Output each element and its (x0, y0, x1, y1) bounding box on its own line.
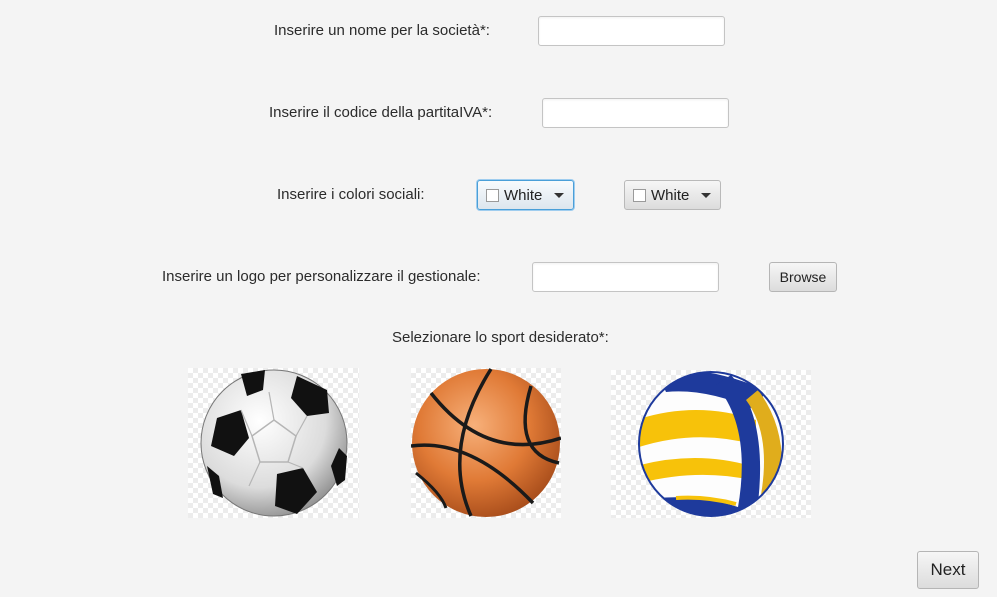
vat-input[interactable] (542, 98, 729, 128)
browse-button[interactable]: Browse (769, 262, 837, 292)
sport-option-basketball[interactable] (411, 368, 561, 518)
company-name-input[interactable] (538, 16, 725, 46)
chevron-down-icon (701, 192, 711, 198)
basketball-icon (411, 368, 561, 517)
logo-label: Inserire un logo per personalizzare il g… (162, 268, 481, 285)
next-button[interactable]: Next (917, 551, 979, 589)
vat-label: Inserire il codice della partitaIVA*: (269, 104, 493, 121)
sport-option-volleyball[interactable] (611, 370, 811, 518)
company-name-label: Inserire un nome per la società*: (274, 22, 490, 39)
volleyball-icon (638, 371, 784, 517)
soccer-ball-icon (200, 369, 347, 517)
color-primary-value: White (504, 186, 543, 204)
sport-option-soccer[interactable] (188, 368, 359, 518)
color-secondary-value: White (651, 186, 690, 204)
sport-label: Selezionare lo sport desiderato*: (392, 329, 609, 346)
color-secondary-select[interactable]: White (624, 180, 721, 210)
chevron-down-icon (554, 192, 564, 198)
color-swatch (486, 188, 499, 202)
color-primary-select[interactable]: White (477, 180, 574, 210)
color-swatch (633, 188, 646, 202)
colors-label: Inserire i colori sociali: (277, 186, 425, 203)
logo-path-input[interactable] (532, 262, 719, 292)
